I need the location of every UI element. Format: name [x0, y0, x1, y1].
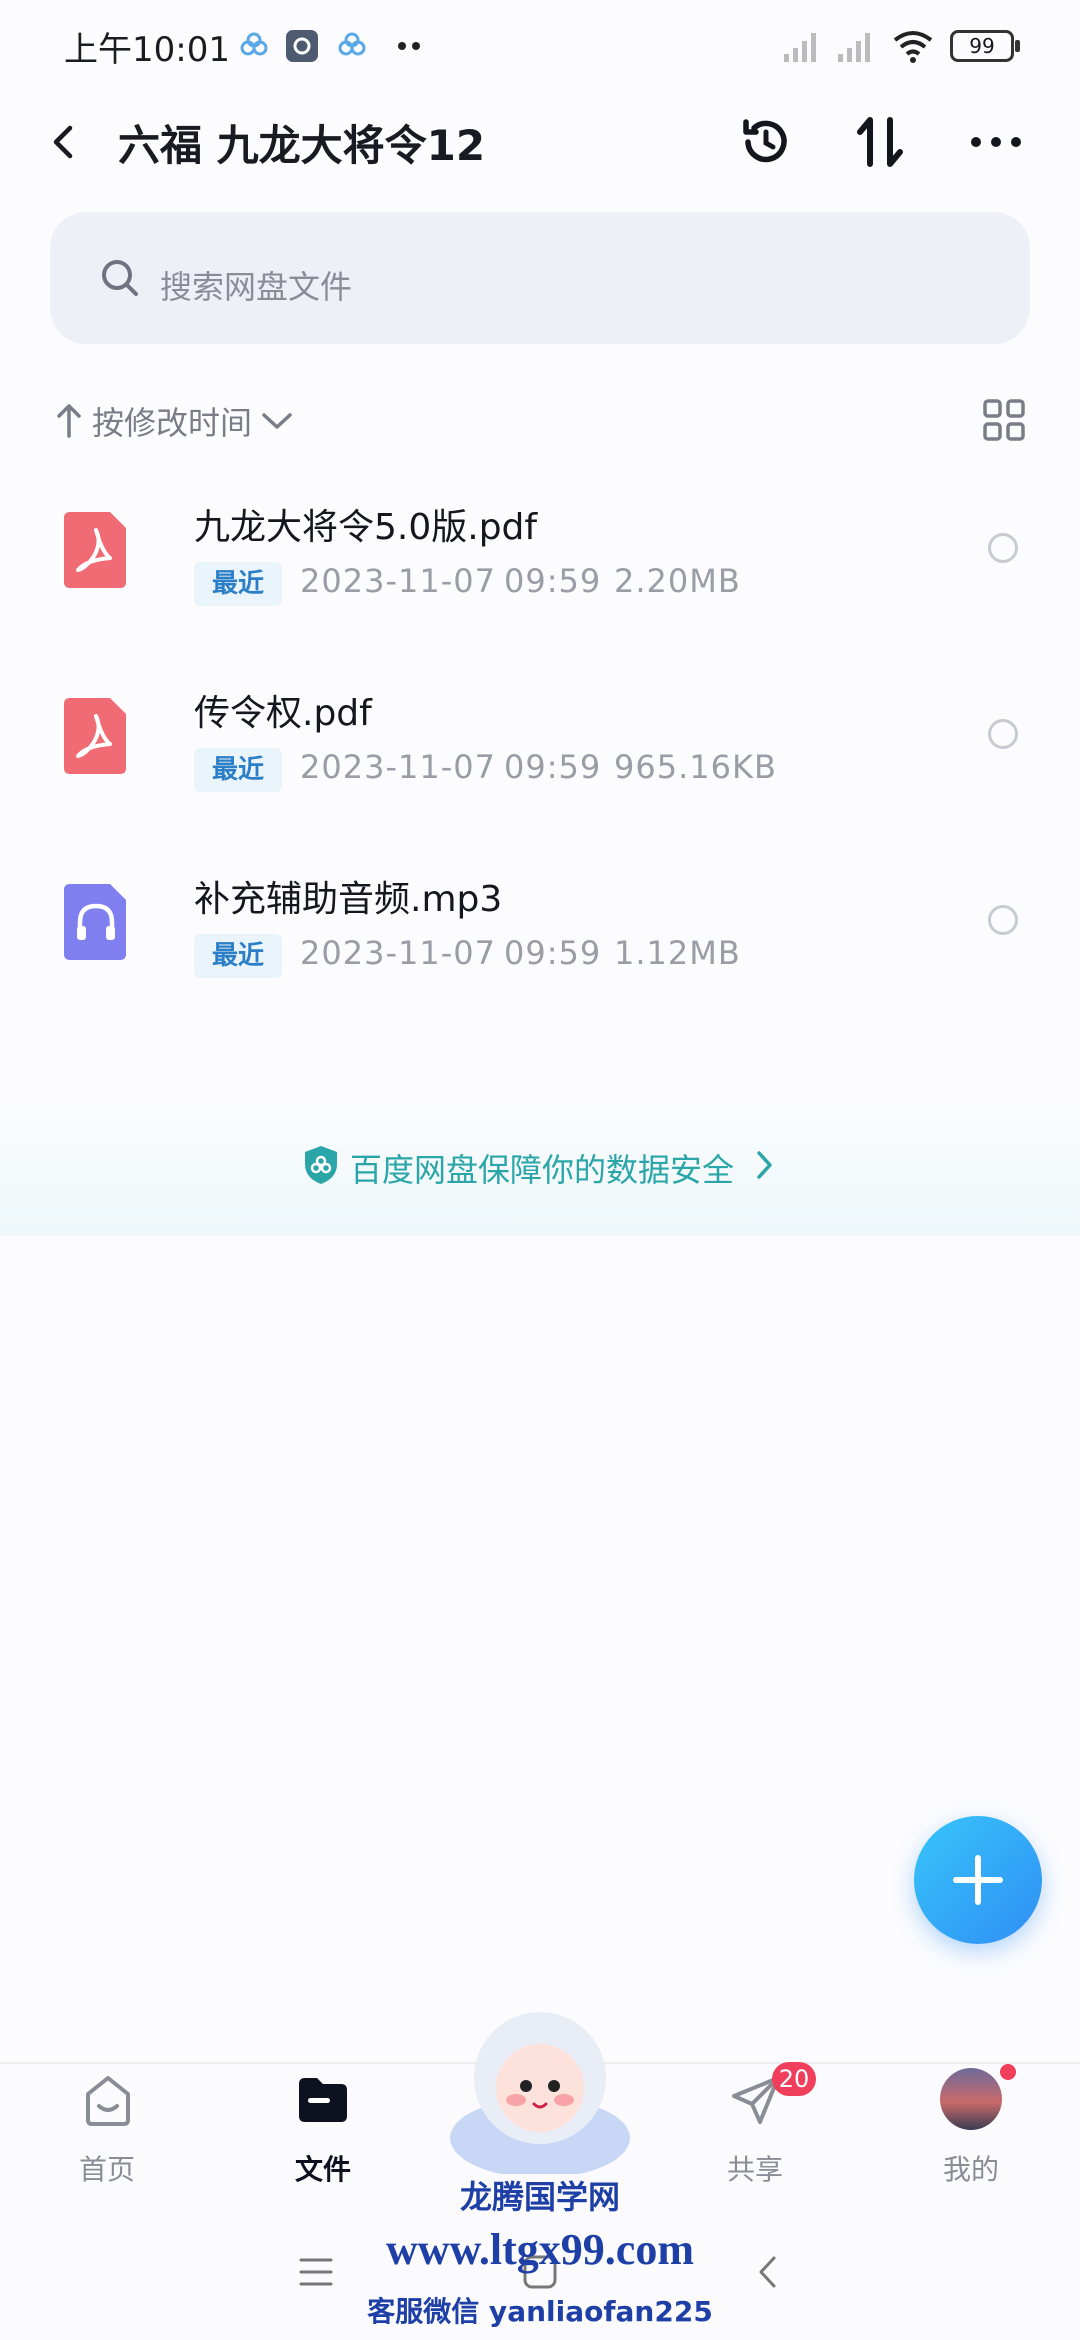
- arrow-up-icon: [57, 404, 81, 438]
- back-button[interactable]: [28, 106, 100, 178]
- folder-icon: [295, 2074, 351, 2130]
- file-name: 九龙大将令5.0版.pdf: [194, 507, 538, 548]
- file-time: 09:59: [504, 934, 602, 972]
- search-input[interactable]: 搜索网盘文件: [160, 262, 352, 308]
- file-time: 09:59: [504, 562, 602, 600]
- file-name: 补充辅助音频.mp3: [194, 879, 503, 920]
- more-icon: [971, 137, 1021, 147]
- watermark-url: www.ltgx99.com: [386, 2225, 694, 2274]
- signal-icon: [782, 28, 818, 64]
- select-checkbox[interactable]: [988, 905, 1018, 935]
- shield-icon: [302, 1144, 340, 1190]
- more-button[interactable]: [960, 106, 1032, 178]
- transfer-button[interactable]: [844, 106, 916, 178]
- file-date: 2023-11-07: [300, 748, 496, 786]
- file-row[interactable]: 传令权.pdf 最近 2023-11-07 09:59 965.16KB: [0, 640, 1080, 826]
- search-icon: [98, 256, 142, 304]
- recent-badge: 最近: [194, 562, 282, 606]
- watermark-site: 龙腾国学网: [459, 2178, 620, 2216]
- audio-icon: [64, 884, 128, 964]
- add-button[interactable]: [914, 1816, 1042, 1944]
- chevron-right-icon: [754, 1148, 776, 1186]
- chevron-left-icon: [53, 125, 73, 159]
- watermark-contact: 客服微信 yanliaofan225: [367, 2295, 713, 2328]
- home-icon: [80, 2072, 136, 2134]
- history-button[interactable]: [730, 106, 802, 178]
- share-count-badge: 20: [772, 2062, 816, 2096]
- security-banner-text[interactable]: 百度网盘保障你的数据安全: [350, 1145, 734, 1191]
- status-bar: 上午10:01 99: [0, 0, 1080, 90]
- file-name: 传令权.pdf: [194, 693, 372, 734]
- more-notifications-icon: [392, 28, 428, 64]
- plus-icon: [953, 1855, 1003, 1905]
- chevron-down-icon: [262, 413, 292, 429]
- recent-badge: 最近: [194, 934, 282, 978]
- grid-view-button[interactable]: [982, 398, 1026, 446]
- notification-dot: [1000, 2064, 1016, 2080]
- grid-icon: [983, 399, 1025, 441]
- baidu-cloud-icon: [236, 28, 272, 64]
- select-checkbox[interactable]: [988, 533, 1018, 563]
- baidu-cloud-icon: [334, 28, 370, 64]
- signal-icon: [836, 28, 872, 64]
- file-size: 2.20MB: [614, 562, 741, 600]
- file-size: 965.16KB: [614, 748, 777, 786]
- file-date: 2023-11-07: [300, 934, 496, 972]
- file-time: 09:59: [504, 748, 602, 786]
- sort-dropdown[interactable]: 按修改时间: [54, 398, 294, 444]
- pdf-icon: [64, 698, 128, 778]
- file-row[interactable]: 九龙大将令5.0版.pdf 最近 2023-11-07 09:59 2.20MB: [0, 454, 1080, 640]
- file-row[interactable]: 补充辅助音频.mp3 最近 2023-11-07 09:59 1.12MB: [0, 826, 1080, 1012]
- sort-label: 按修改时间: [92, 404, 253, 442]
- avatar: [940, 2068, 1002, 2130]
- battery-indicator: 99: [950, 30, 1020, 62]
- transfer-icon: [857, 117, 903, 167]
- wifi-icon: [892, 28, 933, 64]
- status-time: 上午10:01: [64, 30, 230, 70]
- file-date: 2023-11-07: [300, 562, 496, 600]
- mascot-icon: [440, 2006, 640, 2178]
- page-title: 六福 九龙大将令12: [118, 121, 486, 170]
- history-icon: [743, 119, 787, 163]
- recent-badge: 最近: [194, 748, 282, 792]
- file-size: 1.12MB: [614, 934, 741, 972]
- select-checkbox[interactable]: [988, 719, 1018, 749]
- settings-app-icon: [284, 28, 320, 64]
- pdf-icon: [64, 512, 128, 592]
